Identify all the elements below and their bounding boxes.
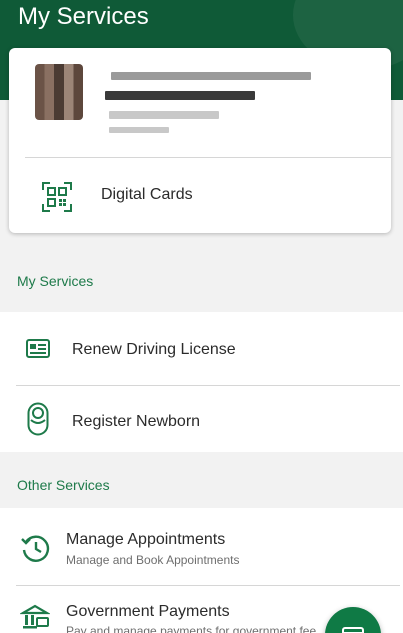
redacted-detail-2	[109, 127, 169, 133]
redacted-name-line-2	[105, 91, 255, 100]
history-clock-icon	[21, 535, 50, 562]
service-label: Government Payments	[66, 603, 230, 620]
digital-cards-row[interactable]: Digital Cards	[9, 158, 391, 233]
section-title-other-services: Other Services	[17, 477, 110, 493]
avatar	[35, 64, 83, 120]
digital-cards-label: Digital Cards	[101, 186, 193, 203]
service-label: Register Newborn	[72, 413, 201, 430]
page-title: My Services	[18, 3, 149, 30]
qr-code-icon	[42, 182, 72, 212]
service-label: Renew Driving License	[72, 341, 236, 358]
service-description: Manage and Book Appointments	[66, 553, 240, 567]
wallet-card-icon	[342, 627, 364, 633]
bank-payment-icon	[20, 604, 50, 629]
service-item-renew-driving-license[interactable]: Renew Driving License	[0, 312, 400, 384]
id-card-icon	[26, 339, 50, 358]
service-label: Manage Appointments	[66, 531, 226, 548]
service-item-register-newborn[interactable]: Register Newborn	[0, 386, 400, 452]
profile-card: Digital Cards	[9, 48, 391, 233]
my-services-list: Renew Driving License Register Newborn	[0, 312, 403, 452]
redacted-detail	[109, 111, 219, 119]
baby-icon	[27, 402, 49, 436]
service-description: Pay and manage payments for government f…	[66, 624, 317, 633]
service-item-manage-appointments[interactable]: Manage Appointments Manage and Book Appo…	[0, 508, 400, 584]
redacted-name	[111, 72, 311, 80]
section-title-my-services: My Services	[17, 273, 94, 289]
